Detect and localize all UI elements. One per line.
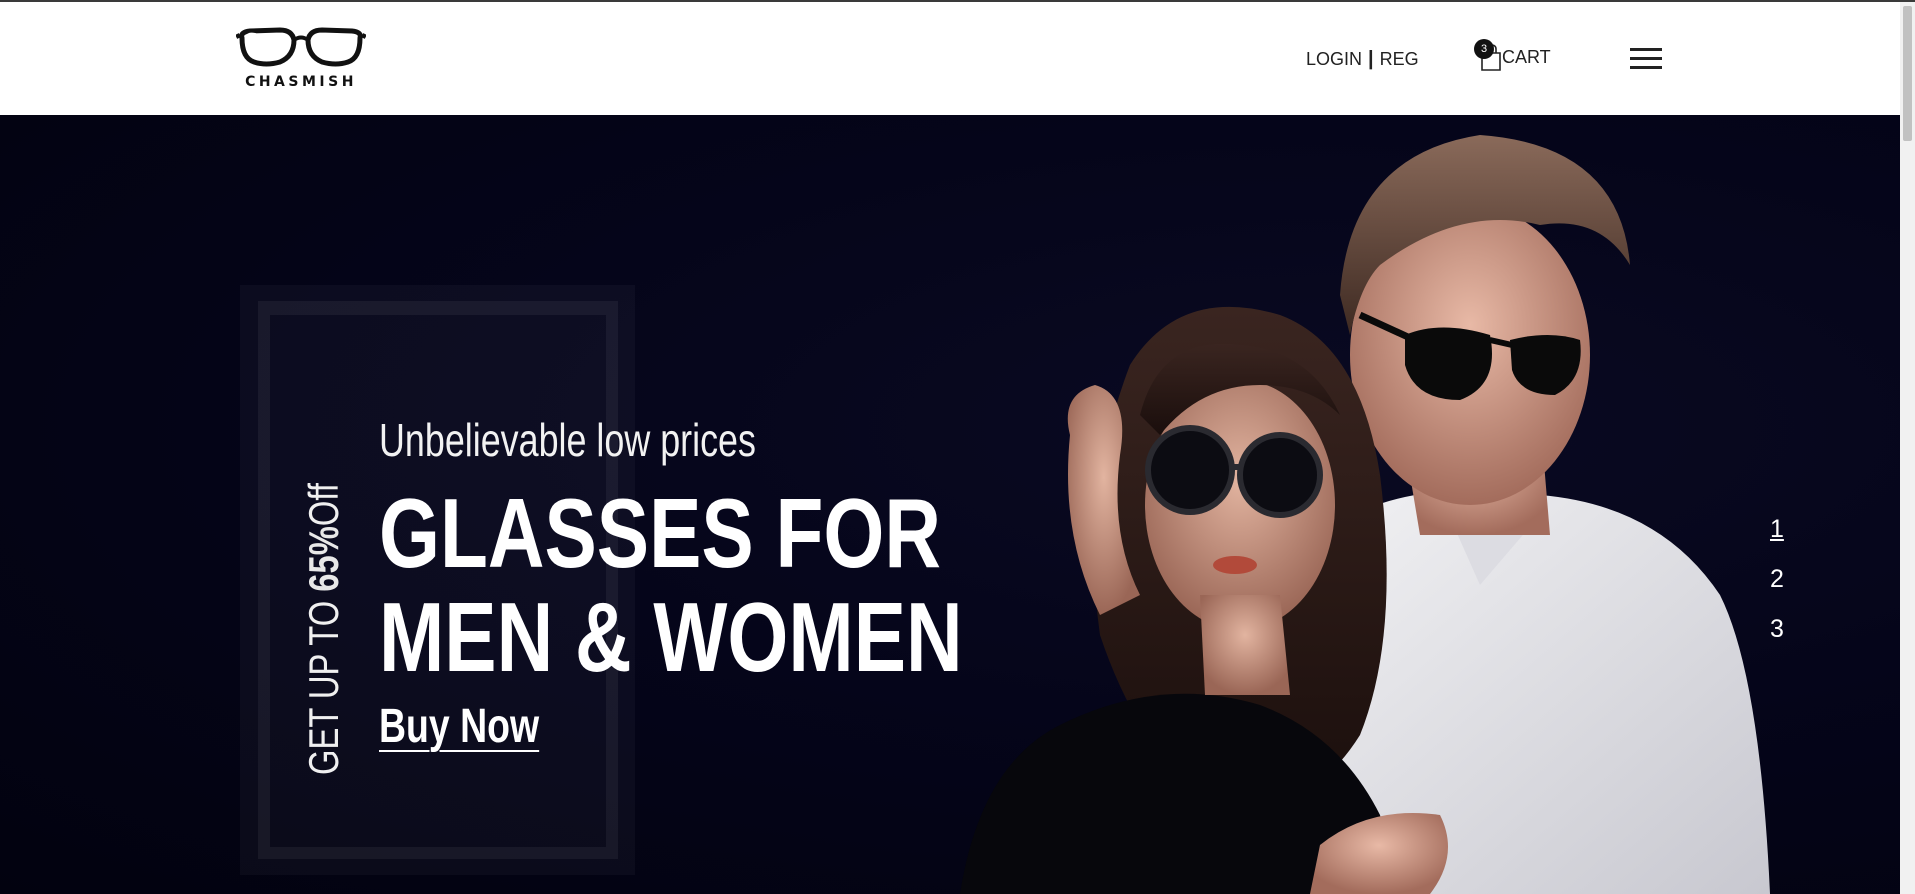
- scrollbar-thumb[interactable]: [1903, 6, 1912, 141]
- brand-name: CHASMISH: [245, 74, 357, 90]
- hero-models-image: [960, 135, 1770, 894]
- slide-2-link[interactable]: 2: [1770, 565, 1784, 615]
- discount-prefix: GET UP TO: [300, 591, 347, 775]
- auth-separator: |: [1368, 48, 1374, 70]
- hero-headline: GLASSES FOR MEN & WOMEN: [379, 481, 963, 689]
- site-header: CHASMISH LOGIN | REG 3 CART: [0, 2, 1900, 115]
- register-link[interactable]: REG: [1380, 49, 1419, 70]
- auth-links: LOGIN | REG: [1306, 48, 1419, 71]
- shopping-bag-icon: 3: [1474, 39, 1502, 71]
- cart-count-badge: 3: [1474, 39, 1494, 59]
- discount-percent: 65%: [300, 526, 347, 592]
- hero-banner: GET UP TO 65%Off Unbelievable low prices…: [0, 115, 1900, 894]
- brand-logo[interactable]: CHASMISH: [235, 26, 367, 96]
- cart-label: CART: [1502, 46, 1551, 67]
- slide-3-link[interactable]: 3: [1770, 615, 1784, 665]
- page: CHASMISH LOGIN | REG 3 CART GET UP TO 65…: [0, 0, 1915, 894]
- headline-line-2: MEN & WOMEN: [379, 582, 963, 692]
- slide-1-link[interactable]: 1: [1770, 515, 1784, 565]
- login-link[interactable]: LOGIN: [1306, 49, 1362, 70]
- glasses-logo-icon: [235, 27, 367, 67]
- cart-button[interactable]: 3 CART: [1474, 39, 1551, 72]
- discount-suffix: Off: [300, 483, 347, 527]
- buy-now-button[interactable]: Buy Now: [379, 699, 539, 754]
- headline-line-1: GLASSES FOR: [379, 478, 941, 588]
- hero-tagline: Unbelievable low prices: [379, 414, 756, 466]
- page-scrollbar[interactable]: [1900, 2, 1915, 894]
- slider-pagination: 1 2 3: [1770, 515, 1784, 665]
- menu-icon[interactable]: [1630, 48, 1662, 72]
- discount-side-text: GET UP TO 65%Off: [300, 483, 348, 775]
